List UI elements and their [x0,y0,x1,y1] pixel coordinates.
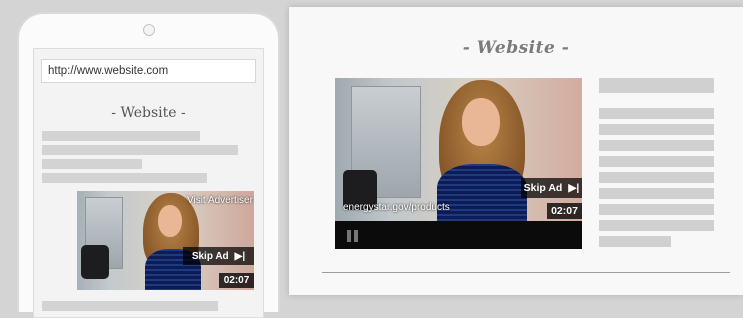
sidebar-placeholder-line [599,124,714,135]
sidebar-placeholder-line [599,204,714,215]
text-placeholder-line [42,145,238,155]
skip-ad-label: Skip Ad [523,182,563,194]
text-placeholder-line [42,301,218,311]
video-scene-speaker [81,245,109,279]
skip-ad-button[interactable]: Skip Ad ▶| [183,247,254,265]
skip-ad-button[interactable]: Skip Ad ▶| [521,178,582,198]
text-placeholder-line [42,131,200,141]
text-placeholder-line [42,159,142,169]
text-placeholder-line [42,173,207,183]
skip-next-icon: ▶| [568,182,580,194]
ad-time-remaining: 02:07 [219,273,254,288]
visit-advertiser-link[interactable]: Visit Advertiser [187,195,253,206]
page-title: - Website - [462,38,570,58]
pause-icon[interactable] [347,230,359,242]
ad-time-remaining: 02:07 [547,203,582,219]
video-scene-face [462,98,500,146]
skip-ad-label: Skip Ad [191,250,229,262]
video-controls-bar [335,221,582,249]
skip-next-icon: ▶| [234,250,246,262]
sidebar-placeholder-line [599,156,714,167]
video-ad-player[interactable]: Visit Advertiser Skip Ad ▶| 02:07 [77,191,254,290]
phone-screen: http://www.website.com - Website - Visit… [33,48,264,318]
sidebar-placeholder-line [599,188,714,199]
sidebar-placeholder-line [599,220,714,231]
address-bar[interactable]: http://www.website.com [41,59,256,83]
video-scene-face [158,205,182,237]
desktop-mockup: - Website - energystar.gov/products Skip… [289,7,743,295]
video-scene-shirt [437,164,527,221]
video-ad-player[interactable]: energystar.gov/products Skip Ad ▶| 02:07 [335,78,582,249]
sidebar-placeholder-line [599,236,671,247]
sidebar-placeholder-line [599,172,714,183]
sidebar-placeholder-line [599,140,714,151]
phone-camera-icon [143,24,155,36]
video-frame: energystar.gov/products Skip Ad ▶| 02:07 [335,78,582,221]
page-divider [322,272,730,273]
sidebar-placeholder-header [599,78,714,93]
sidebar-placeholder-line [599,108,714,119]
page-title: - Website - [111,105,186,121]
advertiser-url-overlay[interactable]: energystar.gov/products [343,202,450,213]
phone-mockup: http://www.website.com - Website - Visit… [17,12,280,318]
